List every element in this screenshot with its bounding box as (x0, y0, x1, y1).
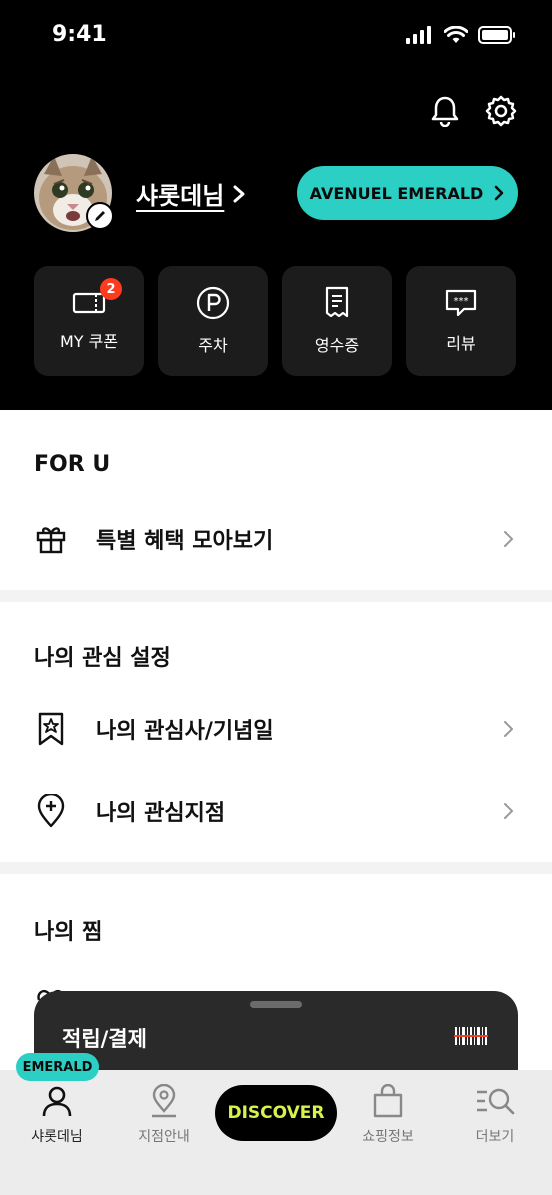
quick-item-review[interactable]: *** 리뷰 (406, 266, 516, 376)
menu-search-icon (477, 1088, 515, 1115)
review-icon: *** (445, 289, 477, 317)
user-name: 샤롯데님 (136, 182, 225, 210)
tab-label: 더보기 (475, 1129, 515, 1145)
chevron-right-icon (233, 185, 245, 202)
tab-label: 샤롯데님 (31, 1129, 83, 1145)
section-title: FOR U (34, 452, 111, 477)
section-divider (0, 862, 552, 874)
person-icon (42, 1086, 72, 1117)
section-title: 나의 관심 설정 (34, 646, 171, 671)
chevron-right-icon (504, 531, 513, 547)
parking-icon (196, 286, 230, 320)
wifi-icon (444, 26, 468, 43)
receipt-icon (325, 286, 349, 318)
section-title: 나의 찜 (34, 920, 103, 945)
sheet-drag-handle[interactable] (250, 1001, 302, 1008)
barcode-icon[interactable] (454, 1025, 488, 1047)
sheet-title: 적립/결제 (62, 1027, 147, 1051)
quick-item-label: 영수증 (314, 336, 360, 355)
status-time: 9:41 (52, 22, 107, 47)
row-label: 나의 관심지점 (96, 801, 226, 826)
quick-item-label: 주차 (198, 336, 228, 355)
tab-label: 지점안내 (138, 1129, 190, 1145)
notification-bell-icon[interactable] (428, 94, 462, 128)
quick-item-parking[interactable]: 주차 (158, 266, 268, 376)
chevron-right-icon (504, 803, 513, 819)
discover-button[interactable]: DISCOVER (215, 1085, 337, 1141)
tab-more[interactable]: 더보기 (440, 1084, 550, 1146)
row-label: 나의 관심사/기념일 (96, 719, 274, 744)
section-divider (0, 590, 552, 602)
interests-anniversary-row[interactable]: 나의 관심사/기념일 (34, 704, 518, 754)
tab-label: 쇼핑정보 (362, 1129, 414, 1145)
quick-item-label: 리뷰 (446, 334, 476, 353)
emerald-tier-badge: EMERALD (16, 1053, 99, 1081)
svg-text:***: *** (454, 296, 469, 307)
special-benefits-row[interactable]: 특별 혜택 모아보기 (34, 514, 518, 564)
signal-icon (406, 26, 431, 44)
tab-shopping-info[interactable]: 쇼핑정보 (333, 1084, 443, 1146)
tab-branch-info[interactable]: 지점안내 (109, 1084, 219, 1146)
battery-icon (478, 26, 515, 44)
quick-menu: 2 MY 쿠폰 주차 영수증 *** 리뷰 (34, 266, 516, 376)
quick-item-receipt[interactable]: 영수증 (282, 266, 392, 376)
user-name-link[interactable]: 샤롯데님 (136, 176, 246, 211)
map-pin-icon (152, 1084, 176, 1118)
settings-gear-icon[interactable] (484, 94, 518, 128)
row-label: 특별 혜택 모아보기 (96, 529, 274, 554)
edit-pencil-icon[interactable] (86, 202, 114, 230)
profile-header: 9:41 샤롯데님 AVENUEL EMERALD 2 MY 쿠폰 주차 영수증… (0, 0, 552, 410)
interests-branch-row[interactable]: 나의 관심지점 (34, 786, 518, 836)
quick-item-coupon[interactable]: 2 MY 쿠폰 (34, 266, 144, 376)
bookmark-star-icon (34, 712, 68, 746)
avatar[interactable] (34, 154, 114, 232)
for-u-section: FOR U 특별 혜택 모아보기 (0, 410, 552, 590)
coupon-count-badge: 2 (100, 278, 122, 300)
chevron-right-icon (504, 721, 513, 737)
shopping-bag-icon (373, 1084, 403, 1118)
header-actions (428, 94, 518, 128)
tier-label: AVENUEL EMERALD (309, 183, 484, 203)
chevron-right-icon (495, 185, 504, 201)
system-icons (406, 26, 516, 44)
gift-icon (34, 522, 68, 556)
membership-tier-button[interactable]: AVENUEL EMERALD (297, 166, 518, 220)
tab-my[interactable]: 샤롯데님 (2, 1084, 112, 1146)
interests-section: 나의 관심 설정 나의 관심사/기념일 나의 관심지점 (0, 602, 552, 862)
location-plus-icon (34, 794, 68, 828)
status-bar: 9:41 (0, 0, 552, 76)
quick-item-label: MY 쿠폰 (59, 332, 119, 351)
